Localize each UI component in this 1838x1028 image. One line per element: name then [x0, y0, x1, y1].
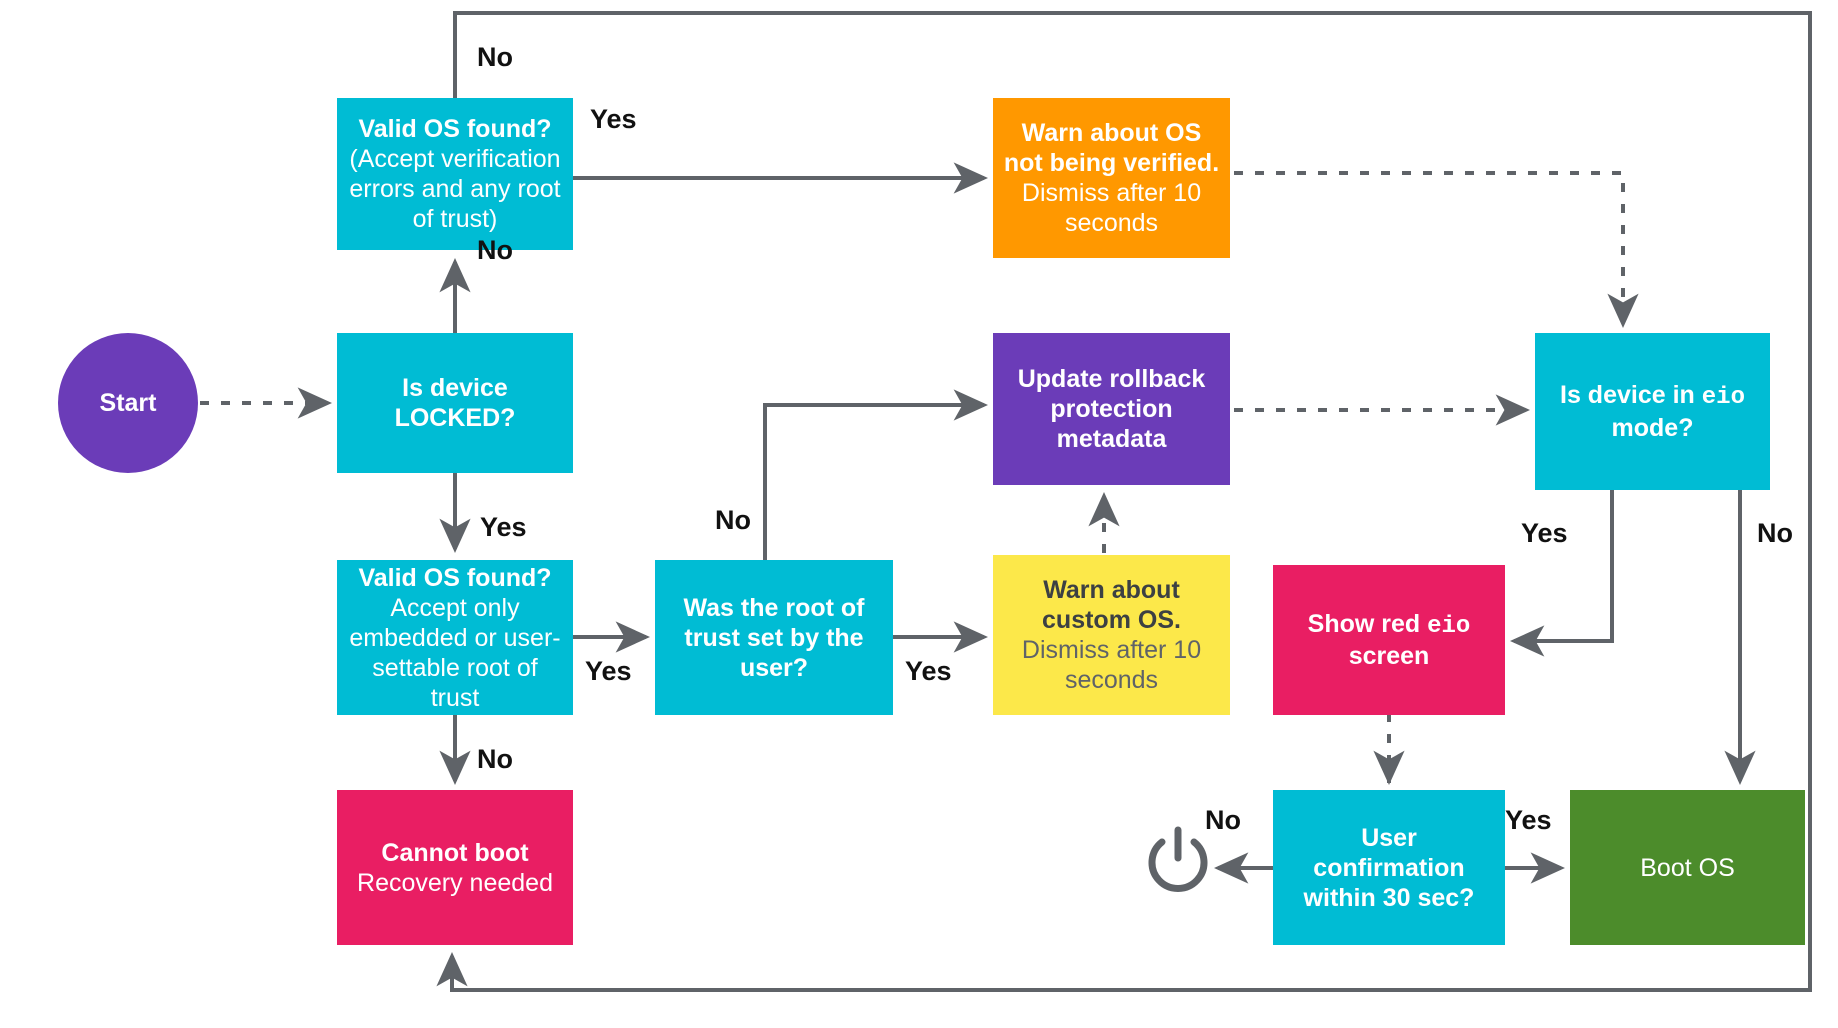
- node-eio-mode[interactable]: Is device in eio mode?: [1535, 333, 1770, 490]
- node-boot-os-title: Boot OS: [1640, 853, 1735, 882]
- node-valid-os-locked-title: Valid OS found?: [358, 563, 552, 592]
- edge-label-no-valid-os-locked: No: [477, 744, 513, 774]
- node-valid-os-unlocked[interactable]: Valid OS found? (Accept verification err…: [337, 98, 573, 250]
- node-update-rollback-title: Update rollback protection metadata: [1017, 365, 1206, 453]
- node-valid-os-locked-subtitle: Accept only embedded or user-settable ro…: [349, 593, 561, 712]
- edge-label-yes-valid-os-locked: Yes: [585, 656, 632, 686]
- node-eio-mode-title-part1: Is device in: [1560, 381, 1702, 410]
- node-warn-custom-os-title: Warn about custom OS.: [1042, 576, 1181, 634]
- edge-label-no-user-confirmation: No: [1205, 805, 1241, 835]
- node-show-red-eio[interactable]: Show red eio screen: [1273, 565, 1505, 715]
- edge-label-no-top-loop: No: [477, 42, 513, 72]
- edge-label-yes-device-locked: Yes: [480, 512, 527, 542]
- edge-eio-yes: [1509, 490, 1614, 657]
- node-valid-os-unlocked-subtitle: (Accept verification errors and any root…: [349, 145, 561, 233]
- node-eio-mode-title-code: eio: [1701, 384, 1745, 412]
- power-off-icon: [1142, 822, 1214, 902]
- node-warn-not-verified[interactable]: Warn about OS not being verified. Dismis…: [993, 98, 1230, 258]
- node-show-red-eio-title: Show red eio screen: [1283, 609, 1495, 672]
- node-cannot-boot-subtitle: Recovery needed: [357, 868, 553, 897]
- edge-warn-not-verified-to-eio: [1234, 171, 1639, 329]
- edge-label-no-root-of-trust: No: [715, 505, 751, 535]
- edge-label-no-device-locked: No: [477, 235, 513, 265]
- node-show-red-eio-title-code: eio: [1427, 612, 1471, 640]
- node-user-confirmation[interactable]: User confirmation within 30 sec?: [1273, 790, 1505, 945]
- node-warn-not-verified-subtitle: Dismiss after 10 seconds: [1021, 179, 1202, 237]
- edge-label-yes-root-of-trust: Yes: [905, 656, 952, 686]
- node-valid-os-locked[interactable]: Valid OS found? Accept only embedded or …: [337, 560, 573, 715]
- node-cannot-boot[interactable]: Cannot boot Recovery needed: [337, 790, 573, 945]
- node-boot-os[interactable]: Boot OS: [1570, 790, 1805, 945]
- node-eio-mode-title-part2: mode?: [1611, 413, 1694, 442]
- node-user-confirmation-title: User confirmation within 30 sec?: [1303, 823, 1475, 912]
- flowchart-canvas: Start Valid OS found? (Accept verificati…: [0, 0, 1838, 1028]
- node-warn-custom-os-subtitle: Dismiss after 10 seconds: [1021, 636, 1202, 694]
- node-root-of-trust-user-title: Was the root of trust set by the user?: [683, 593, 865, 682]
- node-device-locked-title: Is device LOCKED?: [394, 374, 516, 432]
- node-show-red-eio-title-part1: Show red: [1307, 609, 1428, 638]
- node-cannot-boot-title: Cannot boot: [381, 838, 529, 867]
- node-start-title: Start: [99, 389, 157, 417]
- node-warn-custom-os[interactable]: Warn about custom OS. Dismiss after 10 s…: [993, 555, 1230, 715]
- connector-layer: [200, 11, 1812, 992]
- node-warn-not-verified-title: Warn about OS not being verified.: [1003, 119, 1220, 177]
- node-device-locked[interactable]: Is device LOCKED?: [337, 333, 573, 473]
- node-eio-mode-title: Is device in eio mode?: [1545, 380, 1760, 443]
- node-root-of-trust-user[interactable]: Was the root of trust set by the user?: [655, 560, 893, 715]
- edge-root-of-trust-no: [763, 389, 989, 560]
- node-start[interactable]: Start: [58, 333, 198, 473]
- node-show-red-eio-title-part2: screen: [1348, 642, 1430, 671]
- node-valid-os-unlocked-title: Valid OS found?: [358, 115, 552, 143]
- edge-label-no-eio-mode: No: [1757, 518, 1793, 548]
- edge-label-yes-user-confirmation: Yes: [1505, 805, 1552, 835]
- edge-label-yes-valid-os-unlocked: Yes: [590, 104, 637, 134]
- node-update-rollback[interactable]: Update rollback protection metadata: [993, 333, 1230, 485]
- edge-label-yes-eio-mode: Yes: [1521, 518, 1568, 548]
